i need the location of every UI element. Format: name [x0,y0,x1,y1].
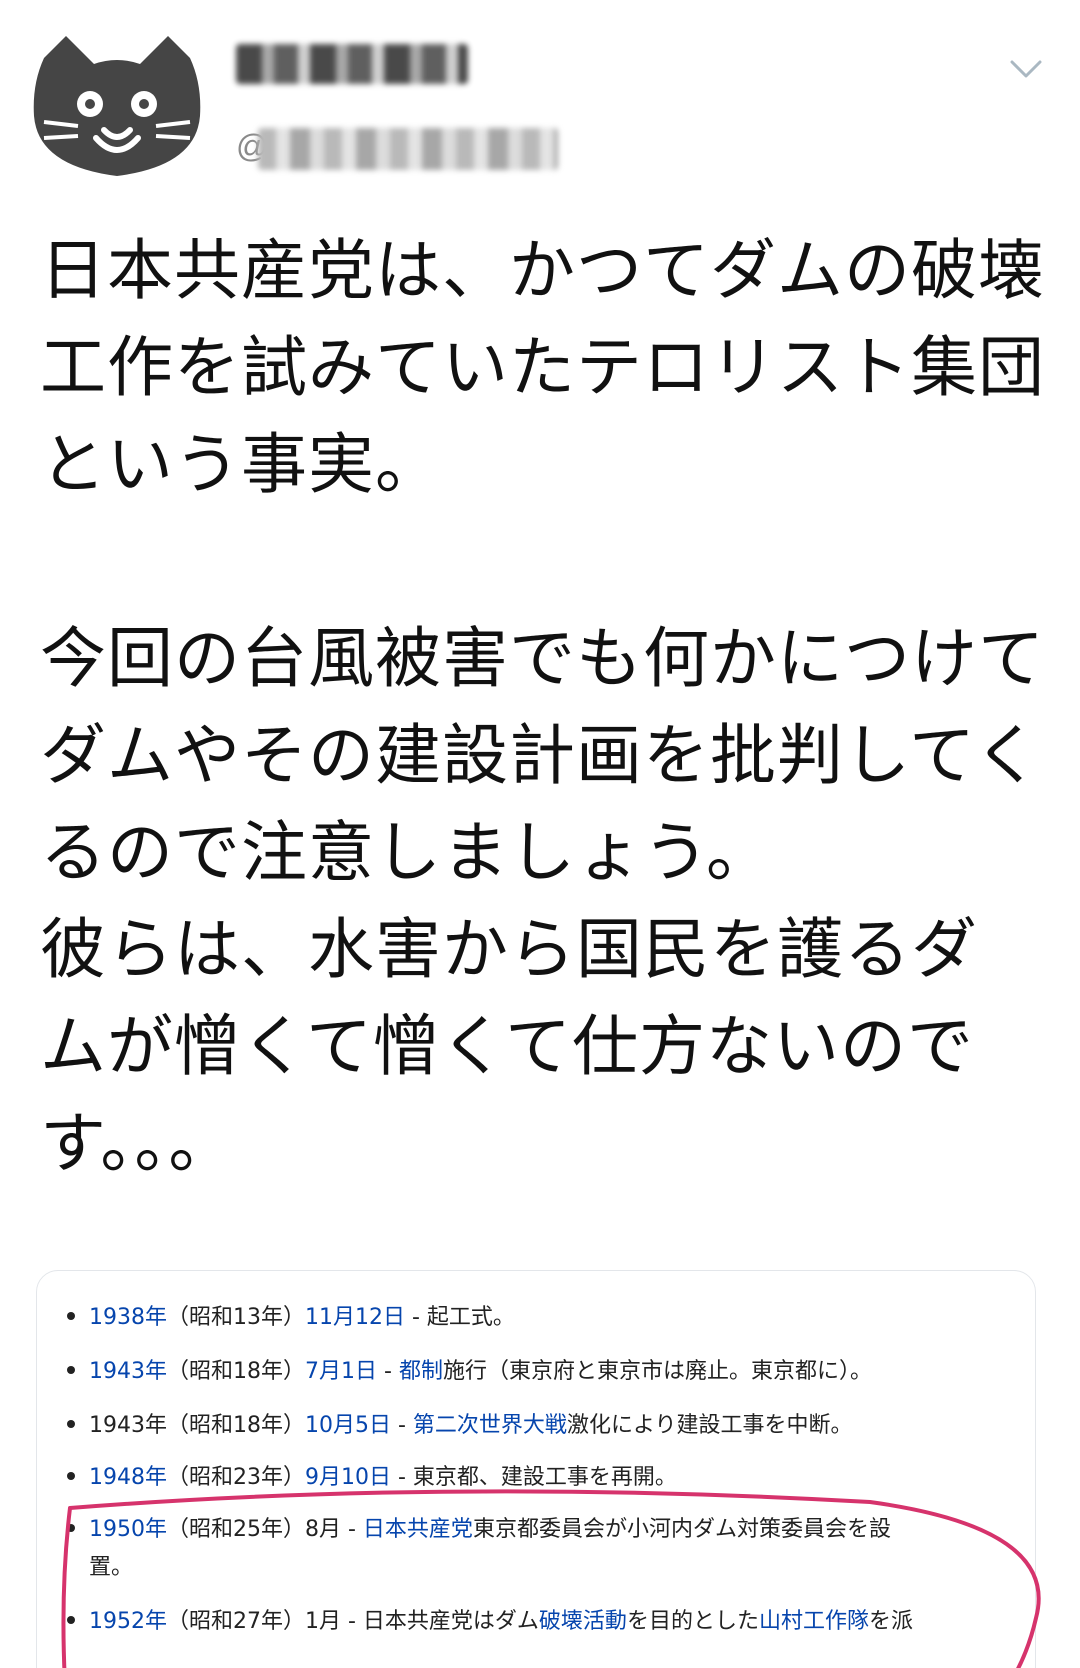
timeline-row: 置。 [67,1551,1027,1585]
wiki-link[interactable]: 1943年 [89,1359,167,1384]
wiki-link[interactable]: 10月5日 [305,1413,391,1438]
wiki-link[interactable]: 7月1日 [305,1359,377,1384]
timeline-row: 1938年（昭和13年）11月12日 - 起工式。 [67,1301,1027,1335]
row-text: （昭和27年）1月 - 日本共産党はダム [167,1609,539,1634]
bullet-icon [67,1420,75,1428]
display-name-blurred[interactable] [236,44,468,84]
attached-image-card[interactable]: 1938年（昭和13年）11月12日 - 起工式。 1943年（昭和18年）7月1… [36,1270,1036,1668]
wiki-link[interactable]: 都制 [399,1359,443,1384]
row-text: - 東京都、建設工事を再開。 [391,1465,677,1490]
handle-blurred[interactable] [258,128,558,170]
row-text: （昭和18年） [167,1359,305,1384]
row-text: 1943年（昭和18年） [89,1413,305,1438]
wiki-link[interactable]: 1938年 [89,1305,167,1330]
row-text: を目的とした [626,1609,759,1634]
timeline-row: 1943年（昭和18年）10月5日 - 第二次世界大戦激化により建設工事を中断。 [67,1409,1027,1443]
cat-face-avatar[interactable] [32,34,202,180]
wiki-link[interactable]: 破壊活動 [539,1609,627,1634]
wiki-link[interactable]: 第二次世界大戦 [413,1413,567,1438]
row-text: 施行（東京府と東京市は廃止。東京都に）。 [442,1359,872,1384]
row-text: - [390,1413,413,1438]
bullet-icon [67,1616,75,1624]
tweet: @ 日本共産党は、かつてダムの破壊 工作を試みていたテロリスト集団 という事実。… [0,0,1080,1668]
tweet-text: 日本共産党は、かつてダムの破壊 工作を試みていたテロリスト集団 という事実。 今… [40,232,1045,1182]
wiki-link[interactable]: 1948年 [89,1465,167,1490]
wiki-link[interactable]: 1952年 [89,1609,167,1634]
wiki-link[interactable]: 11月12日 [305,1305,405,1330]
row-text: （昭和25年）8月 - [167,1517,363,1542]
row-text: 激化により建設工事を中断。 [566,1413,853,1438]
timeline-row: 1952年（昭和27年）1月 - 日本共産党はダム破壊活動を目的とした山村工作隊… [67,1605,1027,1639]
row-text: - [377,1359,399,1384]
chevron-down-icon[interactable] [1008,56,1044,82]
timeline-row: 1948年（昭和23年）9月10日 - 東京都、建設工事を再開。 [67,1461,1027,1495]
bullet-icon [67,1472,75,1480]
timeline-row: 1943年（昭和18年）7月1日 - 都制施行（東京府と東京市は廃止。東京都に）… [67,1355,1027,1389]
row-text: （昭和13年） [167,1305,305,1330]
wiki-link[interactable]: 9月10日 [305,1465,391,1490]
wiki-link[interactable]: 日本共産党 [363,1517,473,1542]
row-text: を派 [868,1609,913,1634]
bullet-icon [67,1524,75,1532]
row-text: 東京都委員会が小河内ダム対策委員会を設 [472,1517,891,1542]
wiki-link[interactable]: 1950年 [89,1517,167,1542]
wiki-link[interactable]: 山村工作隊 [759,1609,869,1634]
timeline-row: 1950年（昭和25年）8月 - 日本共産党東京都委員会が小河内ダム対策委員会を… [67,1513,1027,1547]
bullet-icon [67,1366,75,1374]
cat-face-icon [33,36,201,176]
row-text: （昭和23年） [167,1465,305,1490]
bullet-icon [67,1312,75,1320]
row-text: 置。 [89,1555,134,1580]
row-text: - 起工式。 [405,1305,515,1330]
